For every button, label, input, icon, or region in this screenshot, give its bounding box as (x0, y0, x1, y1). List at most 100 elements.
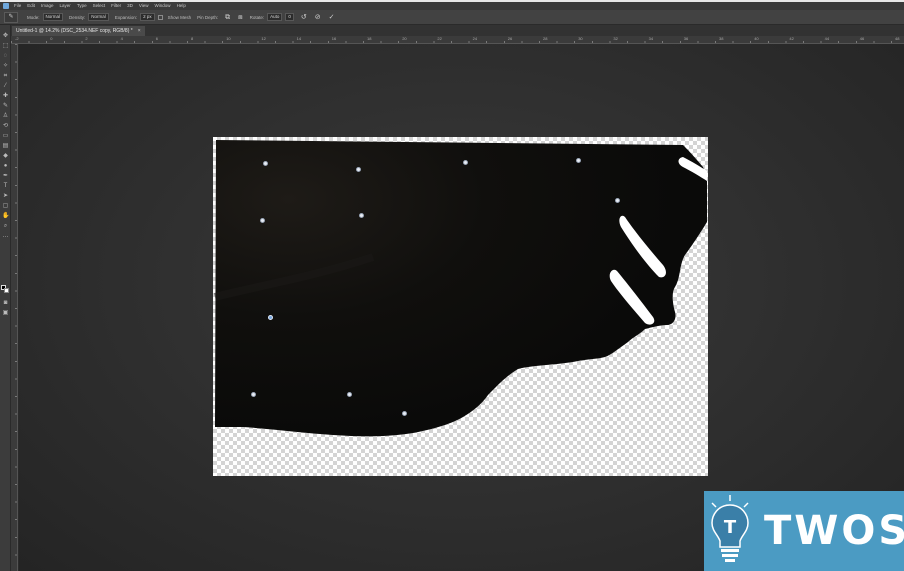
background-color-swatch[interactable] (4, 288, 9, 293)
dark-image-shape (215, 140, 707, 437)
screen-mode-icon[interactable]: ▣ (2, 310, 9, 316)
menu-view[interactable]: View (139, 2, 149, 10)
ruler-number: 32 (613, 36, 618, 41)
menu-filter[interactable]: Filter (111, 2, 121, 10)
more-tools-icon[interactable]: … (2, 233, 9, 239)
expansion-label: Expansion: (114, 14, 138, 20)
pen-tool-icon[interactable]: ✒ (2, 173, 9, 179)
puppet-pin-selected[interactable] (268, 315, 273, 320)
puppet-pin[interactable] (615, 198, 620, 203)
warped-image-layer (213, 140, 707, 437)
ruler-number: 6 (155, 36, 159, 41)
reset-pins-icon[interactable]: ↺ (301, 10, 307, 25)
ruler-number: 38 (719, 36, 724, 41)
mode-select[interactable]: Normal (42, 13, 64, 21)
twos-watermark: T TWOS (704, 491, 904, 571)
ruler-number: 10 (226, 36, 231, 41)
density-select[interactable]: Normal (88, 13, 109, 21)
ruler-number: 42 (789, 36, 794, 41)
menu-edit[interactable]: Edit (27, 2, 35, 10)
rotate-select[interactable]: Auto (267, 13, 283, 21)
angle-input[interactable]: 0 (285, 13, 294, 21)
healing-tool-icon[interactable]: ✚ (2, 93, 9, 99)
pin-depth-label: Pin Depth: (197, 14, 219, 20)
history-brush-tool-icon[interactable]: ⟲ (2, 123, 9, 129)
expansion-input[interactable]: 2 px (140, 13, 155, 21)
ruler-number: 22 (437, 36, 442, 41)
ruler-number: 2 (85, 36, 88, 41)
cancel-transform-icon[interactable]: ⊘ (315, 10, 321, 25)
menu-select[interactable]: Select (93, 2, 106, 10)
ruler-number: 24 (472, 36, 478, 41)
document-canvas[interactable] (213, 137, 708, 476)
puppet-pin[interactable] (356, 167, 361, 172)
dodge-tool-icon[interactable]: ● (2, 163, 9, 169)
watermark-text: TWOS (764, 508, 904, 554)
brush-tool-icon[interactable]: ✎ (2, 103, 9, 109)
horizontal-ruler[interactable]: -2 0 2 4 6 8 10 12 14 16 18 20 22 24 26 28 30 32 34 36 38 40 4… (11, 36, 904, 44)
pin-depth-forward-icon[interactable]: ⧉ (225, 10, 230, 25)
ruler-number: 40 (754, 36, 759, 41)
ruler-number: -2 (15, 36, 19, 41)
puppet-pin[interactable] (251, 392, 256, 397)
options-bar: ✎ Mode: Normal Density: Normal Expansion… (0, 10, 904, 25)
clone-stamp-tool-icon[interactable]: ♙ (2, 113, 9, 119)
eyedropper-tool-icon[interactable]: ⁄ (2, 83, 9, 89)
menu-3d[interactable]: 3D (127, 2, 133, 10)
gradient-tool-icon[interactable]: ▤ (2, 143, 9, 149)
puppet-pin-icon: ✎ (8, 13, 14, 20)
move-tool-icon[interactable]: ✥ (2, 33, 9, 39)
ruler-number: 4 (120, 36, 123, 41)
show-mesh-checkbox[interactable] (157, 14, 163, 20)
quick-select-tool-icon[interactable]: ✧ (2, 63, 9, 69)
document-tab-title: Untitled-1 @ 14.2% (DSC_2534.NEF copy, R… (16, 28, 133, 34)
ruler-number: 8 (191, 36, 194, 41)
menu-window[interactable]: Window (155, 2, 171, 10)
vertical-ruler[interactable] (11, 44, 18, 571)
toolbox-panel: ✥ ⬚ ◌ ✧ ⌗ ⁄ ✚ ✎ ♙ ⟲ ▭ ▤ ◆ ● ✒ T ➤ ▢ ✋ ⌕ … (0, 25, 11, 571)
puppet-pin[interactable] (359, 213, 364, 218)
quick-mask-icon[interactable]: ◙ (2, 300, 9, 306)
zoom-tool-icon[interactable]: ⌕ (2, 223, 9, 229)
blur-tool-icon[interactable]: ◆ (2, 153, 9, 159)
document-tab[interactable]: Untitled-1 @ 14.2% (DSC_2534.NEF copy, R… (12, 26, 145, 36)
lightbulb-logo-icon: T (704, 491, 756, 571)
ruler-number: 20 (402, 36, 407, 41)
path-select-tool-icon[interactable]: ➤ (2, 193, 9, 199)
hand-tool-icon[interactable]: ✋ (2, 213, 9, 219)
tool-preset-picker[interactable]: ✎ (4, 11, 18, 23)
marquee-tool-icon[interactable]: ⬚ (2, 43, 9, 49)
lasso-tool-icon[interactable]: ◌ (2, 53, 9, 59)
mode-label: Mode: (27, 14, 40, 20)
pin-depth-backward-icon[interactable]: ⧈ (238, 10, 242, 25)
puppet-pin[interactable] (463, 160, 468, 165)
ruler-number: 14 (296, 36, 302, 41)
shape-tool-icon[interactable]: ▢ (2, 203, 9, 209)
menu-image[interactable]: Image (41, 2, 54, 10)
puppet-pin[interactable] (576, 158, 581, 163)
app-logo-icon (3, 3, 9, 9)
ruler-number: 34 (648, 36, 654, 41)
menu-help[interactable]: Help (177, 2, 186, 10)
rotate-label: Rotate: (249, 14, 265, 20)
menu-file[interactable]: File (14, 2, 21, 10)
ruler-number: 44 (824, 36, 830, 41)
ruler-number: 26 (507, 36, 513, 41)
eraser-tool-icon[interactable]: ▭ (2, 133, 9, 139)
ruler-numbers: -2 0 2 4 6 8 10 12 14 16 18 20 22 24 26 28 30 32 34 36 38 40 4… (11, 36, 904, 42)
close-icon[interactable]: × (138, 28, 141, 34)
crop-tool-icon[interactable]: ⌗ (2, 73, 9, 79)
puppet-pin[interactable] (263, 161, 268, 166)
menu-layer[interactable]: Layer (60, 2, 71, 10)
ruler-number: 30 (578, 36, 583, 41)
menu-bar: File Edit Image Layer Type Select Filter… (0, 2, 904, 10)
menu-type[interactable]: Type (77, 2, 87, 10)
svg-text:T: T (724, 517, 737, 538)
puppet-pin[interactable] (347, 392, 352, 397)
puppet-pin[interactable] (402, 411, 407, 416)
commit-transform-icon[interactable]: ✓ (329, 10, 335, 25)
ruler-number: 18 (367, 36, 372, 41)
type-tool-icon[interactable]: T (2, 183, 9, 189)
ruler-number: 12 (261, 36, 266, 41)
puppet-pin[interactable] (260, 218, 265, 223)
